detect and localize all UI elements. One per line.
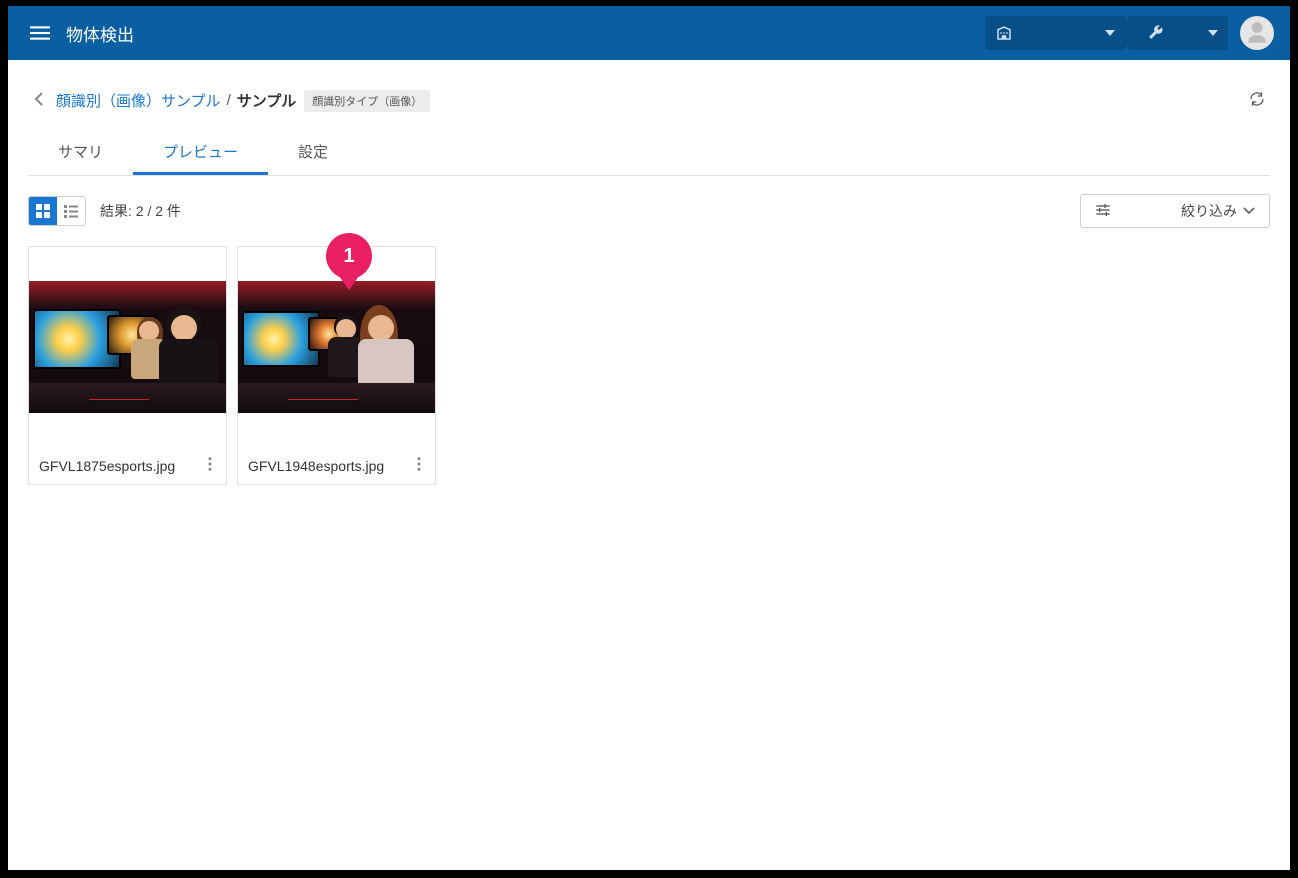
grid-icon [35, 203, 51, 219]
menu-icon[interactable] [24, 17, 56, 49]
thumbnail-menu-button[interactable] [204, 455, 216, 476]
tab-settings[interactable]: 設定 [268, 131, 358, 175]
thumbnail-filename: GFVL1875esports.jpg [39, 458, 204, 474]
breadcrumb-current: サンプル [237, 90, 297, 111]
view-toggle [28, 196, 86, 226]
thumbnail-filename: GFVL1948esports.jpg [248, 458, 413, 474]
annotation-pin: 1 [326, 233, 372, 291]
breadcrumb-parent-link[interactable]: 顔識別（画像）サンプル [56, 90, 221, 111]
refresh-button[interactable] [1244, 86, 1270, 115]
chevron-down-icon [1243, 205, 1255, 217]
caret-down-icon [1105, 25, 1115, 41]
list-icon [63, 203, 79, 219]
chevron-left-icon [34, 92, 44, 106]
thumbnail-image [29, 247, 226, 447]
results-count: 結果: 2 / 2 件 [100, 201, 181, 221]
annotation-pin-number: 1 [326, 233, 372, 279]
breadcrumb: 顔識別（画像）サンプル / サンプル 顔識別タイプ（画像） [28, 60, 1270, 125]
breadcrumb-separator: / [227, 92, 231, 109]
wrench-icon [1146, 24, 1164, 42]
more-vertical-icon [208, 457, 212, 471]
breadcrumb-tag: 顔識別タイプ（画像） [304, 90, 430, 112]
caret-down-icon [1208, 25, 1218, 41]
thumbnail-card[interactable]: GFVL1875esports.jpg [28, 246, 227, 485]
tabs: サマリ プレビュー 設定 [28, 131, 1270, 176]
user-avatar[interactable] [1240, 16, 1274, 50]
top-bar: 物体検出 [8, 6, 1290, 60]
person-icon [1244, 20, 1270, 46]
refresh-icon [1248, 90, 1266, 108]
app-title: 物体検出 [66, 21, 134, 46]
thumbnail-grid: 1 [28, 246, 1270, 485]
building-icon [995, 24, 1013, 42]
organization-selector[interactable] [985, 16, 1125, 50]
tune-icon [1095, 202, 1111, 221]
filter-label: 絞り込み [1181, 201, 1255, 221]
tab-preview[interactable]: プレビュー [133, 131, 268, 175]
filter-button[interactable]: 絞り込み [1080, 194, 1270, 228]
more-vertical-icon [417, 457, 421, 471]
grid-view-button[interactable] [29, 197, 57, 225]
list-view-button[interactable] [57, 197, 85, 225]
preview-toolbar: 結果: 2 / 2 件 絞り込み [28, 194, 1270, 228]
tab-summary[interactable]: サマリ [28, 131, 133, 175]
back-button[interactable] [28, 90, 50, 111]
tool-selector[interactable] [1128, 16, 1228, 50]
thumbnail-menu-button[interactable] [413, 455, 425, 476]
